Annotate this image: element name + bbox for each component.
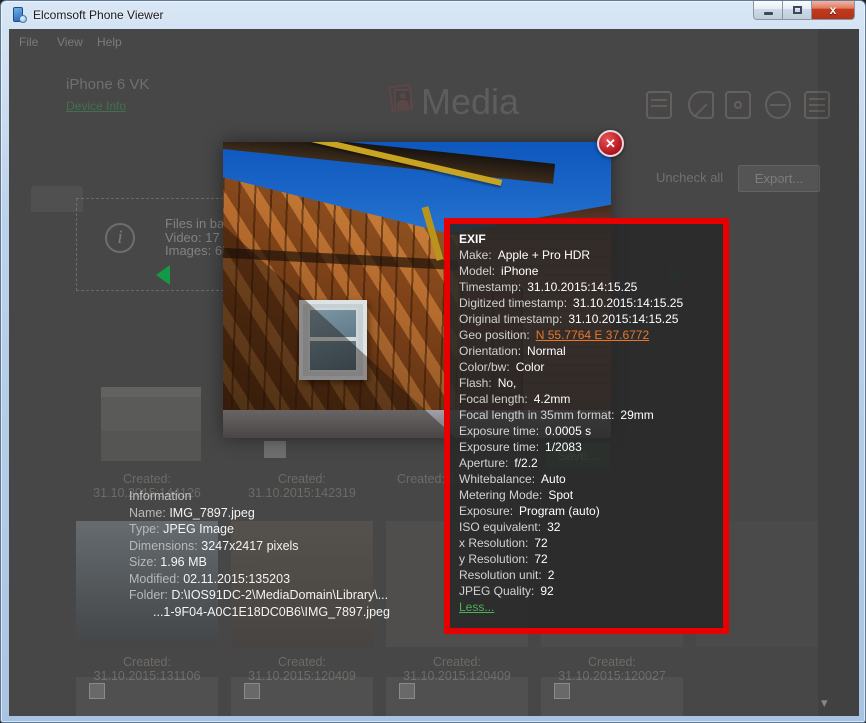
exif-label: y Resolution: bbox=[459, 552, 528, 566]
exif-panel-red-highlight: EXIF Make: Apple + Pro HDR Model: iPhone T… bbox=[444, 218, 729, 634]
calls-icon[interactable] bbox=[688, 91, 714, 119]
info-value: IMG_7897.jpeg bbox=[169, 506, 254, 520]
exif-label: Exposure time: bbox=[459, 440, 539, 454]
info-value: 1.96 MB bbox=[160, 555, 207, 569]
exif-label: Original timestamp: bbox=[459, 312, 562, 326]
exif-label: Focal length: bbox=[459, 392, 528, 406]
exif-value: 4.2mm bbox=[534, 392, 571, 406]
close-photo-button[interactable]: ✕ bbox=[597, 130, 624, 157]
exif-value: Auto bbox=[541, 472, 566, 486]
exif-label: Model: bbox=[459, 264, 495, 278]
media-toolbar-icon[interactable] bbox=[725, 91, 751, 119]
menu-help[interactable]: Help bbox=[97, 35, 122, 49]
exif-label: Whitebalance: bbox=[459, 472, 535, 486]
exif-value: iPhone bbox=[501, 264, 538, 278]
info-label: Modified: bbox=[129, 572, 180, 586]
exif-label: Make: bbox=[459, 248, 492, 262]
info-label: Dimensions: bbox=[129, 539, 198, 553]
exif-label: Flash: bbox=[459, 376, 492, 390]
info-value: 02.11.2015:135203 bbox=[183, 572, 290, 586]
exif-label: Exposure: bbox=[459, 504, 513, 518]
exif-value: 31.10.2015:14:15.25 bbox=[568, 312, 678, 326]
exif-value: 72 bbox=[534, 552, 547, 566]
exif-value: Normal bbox=[527, 344, 566, 358]
exif-value: 1/2083 bbox=[545, 440, 582, 454]
info-label: Type: bbox=[129, 522, 160, 536]
exif-value: Color bbox=[516, 360, 545, 374]
info-label: Name: bbox=[129, 506, 166, 520]
exif-value: 31.10.2015:14:15.25 bbox=[573, 296, 683, 310]
info-value: ...1-9F04-A0C1E18DC0B6\IMG_7897.jpeg bbox=[153, 605, 390, 619]
thumbnail-checkbox[interactable] bbox=[244, 683, 260, 699]
exif-value: 32 bbox=[547, 520, 560, 534]
device-name: iPhone 6 VK bbox=[66, 76, 149, 93]
maximize-button[interactable] bbox=[783, 1, 811, 20]
exif-label: Orientation: bbox=[459, 344, 521, 358]
minimize-button[interactable] bbox=[753, 1, 783, 20]
exif-label: Geo position: bbox=[459, 328, 530, 342]
exif-value: 92 bbox=[540, 584, 553, 598]
info-value: 3247x2417 pixels bbox=[201, 539, 298, 553]
exif-label: ISO equivalent: bbox=[459, 520, 541, 534]
exif-value: Spot bbox=[548, 488, 573, 502]
thumbnail-checkbox[interactable] bbox=[399, 683, 415, 699]
exif-label: Color/bw: bbox=[459, 360, 510, 374]
exif-label: Exposure time: bbox=[459, 424, 539, 438]
app-window: Elcomsoft Phone Viewer x File View Help … bbox=[0, 0, 866, 723]
file-information-panel: Information Name: IMG_7897.jpeg Type: JP… bbox=[129, 488, 390, 620]
web-icon[interactable] bbox=[765, 91, 791, 119]
less-link[interactable]: Less... bbox=[459, 600, 494, 614]
calendar-icon[interactable] bbox=[646, 91, 672, 119]
exif-value: 29mm bbox=[620, 408, 653, 422]
thumbnail-checkbox[interactable] bbox=[554, 683, 570, 699]
thumbnail[interactable] bbox=[101, 387, 201, 461]
information-title: Information bbox=[129, 488, 390, 505]
thumbnail[interactable] bbox=[264, 441, 286, 458]
info-icon: i bbox=[105, 223, 135, 253]
thumbnail-checkbox[interactable] bbox=[89, 683, 105, 699]
export-caret-icon: ▲ bbox=[775, 174, 783, 183]
exif-title: EXIF bbox=[459, 231, 719, 247]
scrollbar-down-arrow-icon[interactable]: ▾ bbox=[821, 695, 828, 711]
exif-panel: EXIF Make: Apple + Pro HDR Model: iPhone T… bbox=[459, 231, 719, 615]
geo-position-link[interactable]: N 55.7764 E 37.6772 bbox=[536, 328, 649, 342]
export-button[interactable]: Export... ▲ bbox=[738, 165, 820, 192]
exif-value: No, bbox=[498, 376, 517, 390]
scrollbar-track[interactable] bbox=[818, 29, 859, 716]
exif-label: Focal length in 35mm format: bbox=[459, 408, 614, 422]
exif-label: Timestamp: bbox=[459, 280, 521, 294]
menu-file[interactable]: File bbox=[19, 35, 38, 49]
exif-label: Resolution unit: bbox=[459, 568, 542, 582]
exif-value: 2 bbox=[548, 568, 555, 582]
exif-value: Apple + Pro HDR bbox=[498, 248, 590, 262]
info-value: D:\IOS91DC-2\MediaDomain\Library\... bbox=[171, 588, 388, 602]
title-bar[interactable]: Elcomsoft Phone Viewer x bbox=[1, 1, 865, 29]
info-value: JPEG Image bbox=[163, 522, 234, 536]
app-icon bbox=[11, 7, 27, 23]
exif-label: x Resolution: bbox=[459, 536, 528, 550]
window-title: Elcomsoft Phone Viewer bbox=[33, 8, 164, 22]
info-label: Size: bbox=[129, 555, 157, 569]
exif-label: Digitized timestamp: bbox=[459, 296, 567, 310]
exif-value: 72 bbox=[534, 536, 547, 550]
previous-photo-arrow-icon[interactable] bbox=[156, 265, 170, 285]
exif-value: Program (auto) bbox=[519, 504, 600, 518]
exif-value: f/2.2 bbox=[514, 456, 537, 470]
exif-label: JPEG Quality: bbox=[459, 584, 534, 598]
exif-value: 0.0005 s bbox=[545, 424, 591, 438]
close-window-button[interactable]: x bbox=[811, 1, 855, 20]
page-title: Media bbox=[421, 81, 519, 123]
maximize-icon bbox=[793, 6, 802, 14]
device-info-link[interactable]: Device Info bbox=[66, 99, 126, 113]
exif-value: 31.10.2015:14:15.25 bbox=[527, 280, 637, 294]
info-label: Folder: bbox=[129, 588, 168, 602]
menu-view[interactable]: View bbox=[57, 35, 83, 49]
exif-label: Metering Mode: bbox=[459, 488, 542, 502]
minimize-icon bbox=[764, 12, 773, 15]
exif-label: Aperture: bbox=[459, 456, 508, 470]
uncheck-all-link[interactable]: Uncheck all bbox=[656, 170, 723, 185]
media-section-icon bbox=[384, 85, 416, 117]
